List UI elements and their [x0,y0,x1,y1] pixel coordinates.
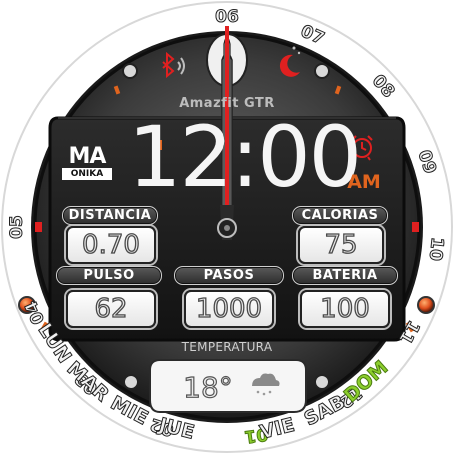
logo-sub: ONIKA [62,168,112,180]
bezel-hour-10: 10 [425,236,447,262]
led-right-icon [417,296,435,314]
distance-value: 0.70 [66,226,156,264]
pulse-value: 62 [66,290,156,328]
temperature-value: 18° [183,370,234,404]
steps-value: 1000 [184,290,274,328]
calories-label: CALORIAS [292,206,388,225]
brand-logo: MA ONIKA [60,146,114,182]
logo-main: MA [68,144,107,169]
digital-time: 12:00 [128,108,362,206]
battery-label: BATERIA [292,266,398,285]
bezel-marker-left [35,222,42,232]
distance-label: DISTANCIA [62,206,158,225]
bezel-hour-05: 05 [7,215,27,239]
calories-value: 75 [298,226,384,264]
steps-label: PASOS [174,266,284,285]
ampm-indicator: AM [347,171,381,193]
battery-value: 100 [300,290,390,328]
bezel-marker-right [412,222,419,232]
temperature-label: TEMPERATURA [181,340,273,354]
pulse-label: PULSO [56,266,162,285]
bezel-hour-06: 06 [215,7,239,27]
